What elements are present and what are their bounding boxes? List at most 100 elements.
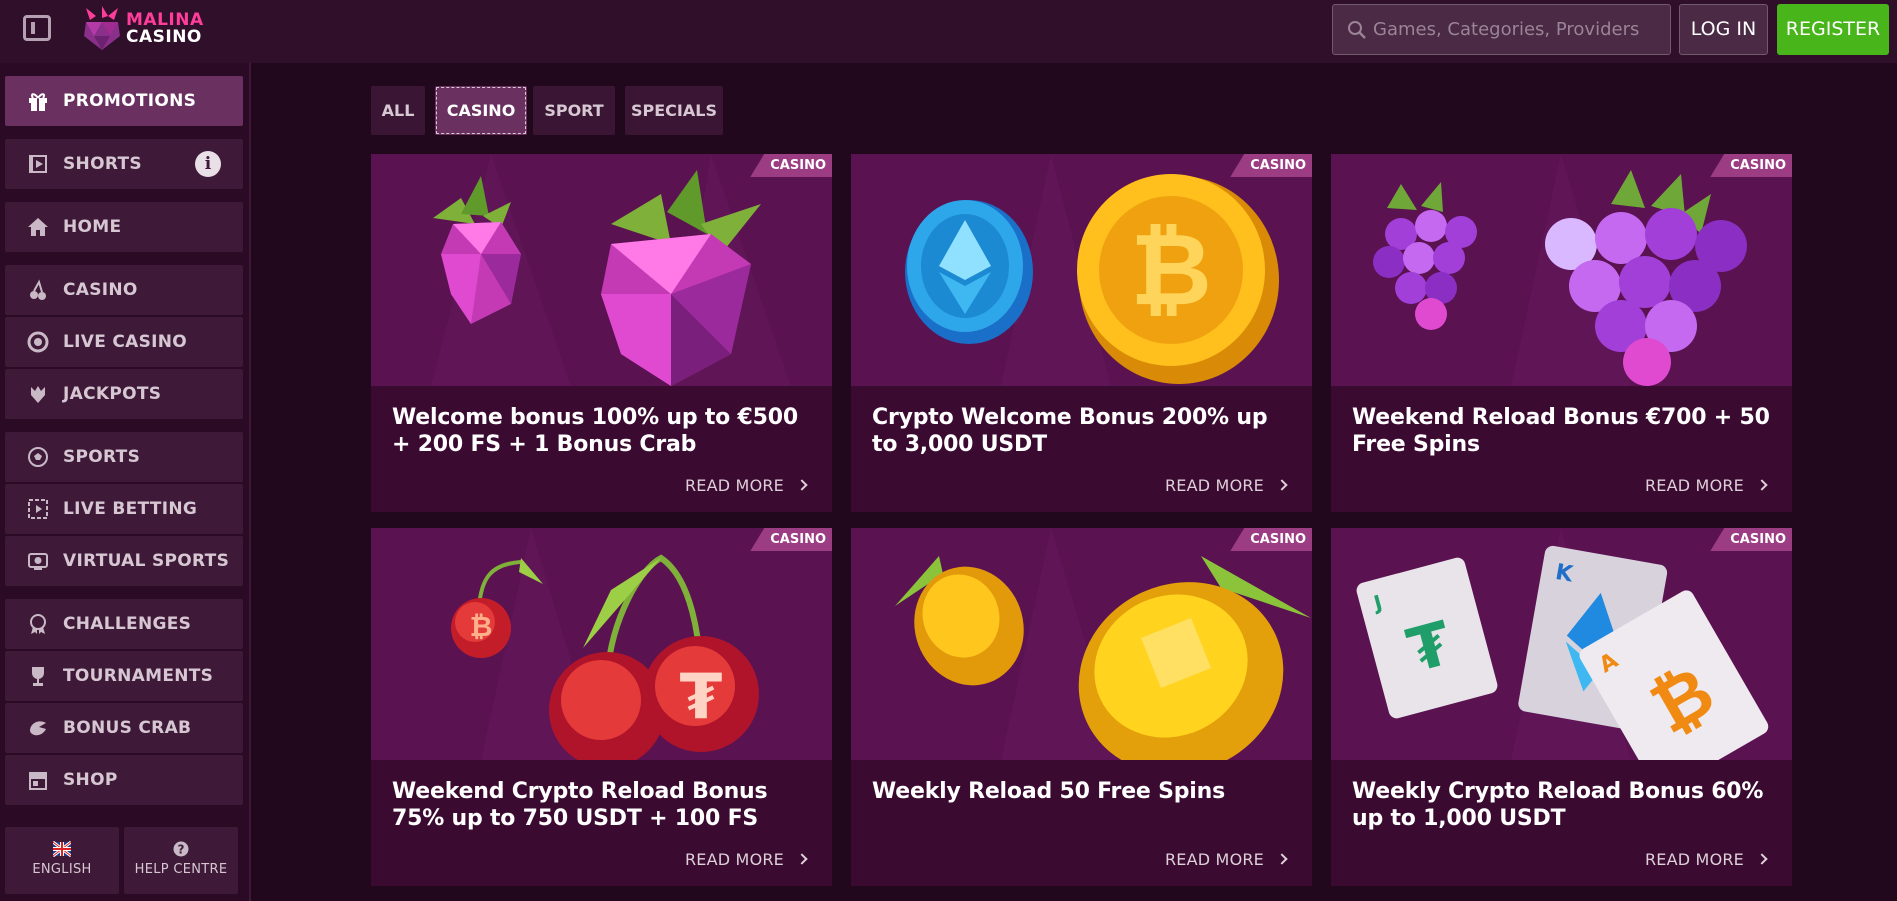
- read-more-label: READ MORE: [1644, 476, 1744, 495]
- chevron-right-icon: [1756, 479, 1768, 491]
- sidebar-item-casino[interactable]: CASINO: [5, 265, 243, 315]
- promo-card[interactable]: CASINO Weekly Reload 50 Free Spins READ …: [851, 528, 1312, 886]
- register-button[interactable]: REGISTER: [1777, 4, 1889, 55]
- read-more-link[interactable]: READ MORE: [684, 850, 808, 869]
- chevron-right-icon: [1756, 853, 1768, 865]
- tab-all[interactable]: ALL: [371, 86, 425, 135]
- read-more-link[interactable]: READ MORE: [1644, 476, 1768, 495]
- sidebar-item-live-casino[interactable]: LIVE CASINO: [5, 317, 243, 367]
- sidebar-item-virtual-sports[interactable]: VIRTUAL SPORTS: [5, 536, 243, 586]
- sidebar-item-jackpots[interactable]: JACKPOTS: [5, 369, 243, 419]
- svg-text:₿: ₿: [470, 610, 493, 643]
- sidebar-item-label: CASINO: [63, 280, 138, 300]
- tab-casino[interactable]: CASINO: [435, 86, 527, 135]
- promo-title: Crypto Welcome Bonus 200% up to 3,000 US…: [872, 405, 1268, 457]
- cherries-icon: [30, 279, 46, 300]
- svg-text:₿: ₿: [1130, 211, 1212, 328]
- category-badge: CASINO: [1710, 528, 1792, 551]
- medal-icon: [30, 614, 46, 634]
- chevron-right-icon: [796, 479, 808, 491]
- category-badge: CASINO: [1710, 154, 1792, 177]
- shop-icon: [29, 772, 47, 790]
- sidebar-toggle-icon[interactable]: [23, 15, 51, 41]
- gift-icon: [29, 93, 47, 111]
- promo-image: [1331, 154, 1792, 386]
- promo-card[interactable]: CASINO Weekend Reload Bonus €700 + 50 Fr…: [1331, 154, 1792, 512]
- sidebar-item-home[interactable]: HOME: [5, 202, 243, 252]
- read-more-label: READ MORE: [1164, 476, 1264, 495]
- promo-image: ₿ ₮: [371, 528, 832, 760]
- read-more-link[interactable]: READ MORE: [684, 476, 808, 495]
- promo-title: Weekend Reload Bonus €700 + 50 Free Spin…: [1352, 405, 1770, 457]
- category-badge: CASINO: [750, 154, 832, 177]
- search-icon: [1348, 21, 1366, 39]
- cherries-illustration-icon: ₿ ₮: [371, 528, 832, 760]
- read-more-link[interactable]: READ MORE: [1164, 476, 1288, 495]
- raspberry-illustration-icon: [371, 154, 832, 386]
- sidebar-item-label: HOME: [63, 217, 122, 237]
- category-badge: CASINO: [1230, 154, 1312, 177]
- sidebar-item-label: SPORTS: [63, 447, 141, 467]
- sidebar-item-shorts[interactable]: SHORTS i: [5, 139, 243, 189]
- read-more-label: READ MORE: [1644, 850, 1744, 869]
- promo-image: [851, 528, 1312, 760]
- crab-claw-icon: [30, 721, 46, 736]
- promo-card[interactable]: J ₮ K A ₿ CASINO Weekly Crypto Reload Bo…: [1331, 528, 1792, 886]
- search-input[interactable]: [1373, 5, 1663, 54]
- help-icon: ?: [173, 841, 189, 857]
- film-icon: [29, 155, 47, 173]
- sidebar-item-label: SHORTS: [63, 154, 142, 174]
- sidebar-item-shop[interactable]: SHOP: [5, 755, 243, 805]
- lemons-illustration-icon: [851, 528, 1312, 760]
- sidebar-item-live-betting[interactable]: LIVE BETTING: [5, 484, 243, 534]
- language-button[interactable]: ENGLISH: [5, 827, 119, 894]
- search-box[interactable]: [1332, 4, 1671, 55]
- tab-specials[interactable]: SPECIALS: [625, 86, 723, 135]
- promo-title: Weekly Reload 50 Free Spins: [872, 779, 1226, 804]
- chevron-right-icon: [1276, 853, 1288, 865]
- sidebar-item-label: LIVE BETTING: [63, 499, 198, 519]
- promo-image: J ₮ K A ₿: [1331, 528, 1792, 760]
- playing-cards-illustration-icon: J ₮ K A ₿: [1331, 528, 1792, 760]
- sidebar-item-label: LIVE CASINO: [63, 332, 188, 352]
- sidebar-item-label: TOURNAMENTS: [63, 666, 214, 686]
- promo-card[interactable]: ₿ ₮ CASINO Weekend Crypto Reload Bonus 7…: [371, 528, 832, 886]
- logo-text-casino: CASINO: [126, 27, 202, 47]
- promo-card[interactable]: CASINO Welcome bonus 100% up to €500 + 2…: [371, 154, 832, 512]
- category-badge: CASINO: [750, 528, 832, 551]
- svg-text:₮: ₮: [679, 660, 722, 733]
- sidebar-item-label: CHALLENGES: [63, 614, 192, 634]
- promo-image: [371, 154, 832, 386]
- sidebar-item-bonus-crab[interactable]: BONUS CRAB: [5, 703, 243, 753]
- sidebar-item-tournaments[interactable]: TOURNAMENTS: [5, 651, 243, 701]
- virtual-sports-icon: [28, 553, 48, 570]
- sidebar-item-sports[interactable]: SPORTS: [5, 432, 243, 482]
- sidebar-item-label: SHOP: [63, 770, 118, 790]
- raspberry-logo-icon: [84, 6, 120, 50]
- sidebar-item-promotions[interactable]: PROMOTIONS: [5, 76, 243, 126]
- live-betting-icon: [28, 499, 48, 519]
- login-button[interactable]: LOG IN: [1679, 4, 1768, 55]
- soccer-ball-icon: [28, 447, 48, 467]
- help-centre-label: HELP CENTRE: [134, 862, 228, 877]
- read-more-link[interactable]: READ MORE: [1164, 850, 1288, 869]
- info-icon[interactable]: i: [195, 151, 221, 177]
- read-more-label: READ MORE: [1164, 850, 1264, 869]
- read-more-label: READ MORE: [684, 476, 784, 495]
- sidebar-item-challenges[interactable]: CHALLENGES: [5, 599, 243, 649]
- sidebar-item-label: BONUS CRAB: [63, 718, 192, 738]
- sidebar-item-label: PROMOTIONS: [63, 91, 197, 111]
- logo[interactable]: MALINA CASINO: [82, 6, 203, 52]
- promo-image: ₿: [851, 154, 1312, 386]
- chevron-right-icon: [1276, 479, 1288, 491]
- promo-card[interactable]: ₿ CASINO Crypto Welcome Bonus 200% up to…: [851, 154, 1312, 512]
- sidebar-item-label: VIRTUAL SPORTS: [63, 551, 230, 571]
- grapes-illustration-icon: [1331, 154, 1792, 386]
- tab-sport[interactable]: SPORT: [533, 86, 615, 135]
- category-badge: CASINO: [1230, 528, 1312, 551]
- trophy-icon: [32, 667, 44, 686]
- chevron-right-icon: [796, 853, 808, 865]
- read-more-label: READ MORE: [684, 850, 784, 869]
- read-more-link[interactable]: READ MORE: [1644, 850, 1768, 869]
- help-centre-button[interactable]: ? HELP CENTRE: [124, 827, 238, 894]
